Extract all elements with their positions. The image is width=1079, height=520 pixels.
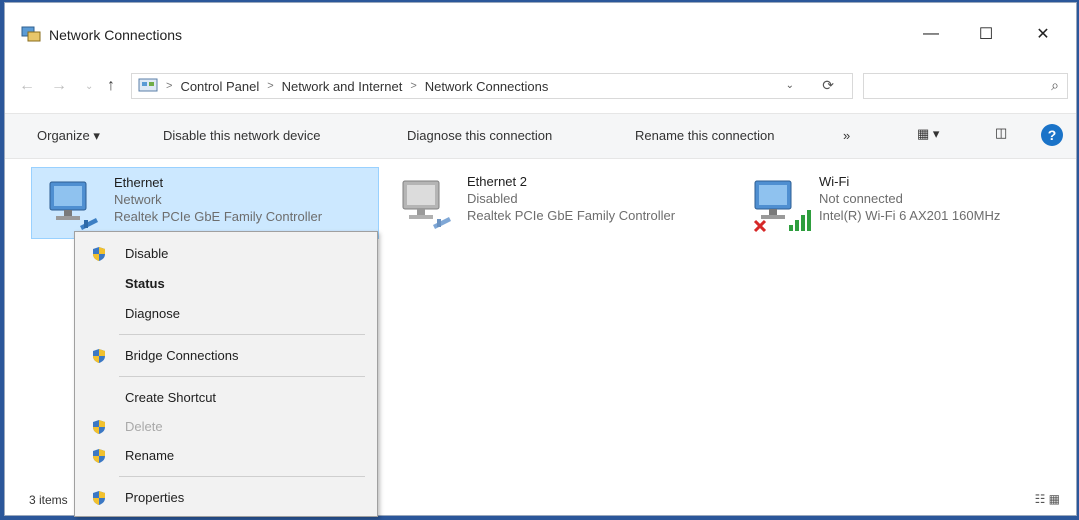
breadcrumb-network-and-internet[interactable]: Network and Internet [282,79,403,94]
menu-item-label: Diagnose [125,306,180,321]
menu-separator [119,334,365,335]
uac-shield-icon [93,349,105,363]
menu-item-properties[interactable]: Properties [75,484,377,512]
chevron-down-icon[interactable]: ⌄ [786,80,794,91]
preview-pane-button[interactable]: ◫ [995,125,1007,141]
refresh-icon[interactable]: ⟳ [822,77,834,94]
title-bar[interactable]: Network Connections — ☐ ✕ [5,3,1076,61]
forward-button[interactable]: → [51,77,67,95]
address-bar[interactable]: > Control Panel > Network and Internet >… [131,73,853,99]
menu-item-bridge-connections[interactable]: Bridge Connections [75,342,377,370]
breadcrumb-control-panel[interactable]: Control Panel [180,79,259,94]
menu-item-label: Properties [125,490,185,505]
uac-shield-icon [93,449,105,463]
help-icon[interactable]: ? [1041,124,1063,146]
search-icon: ⌕ [1051,77,1059,93]
recent-locations-button[interactable]: ⌄ [85,81,93,92]
disable-device-button[interactable]: Disable this network device [163,128,321,143]
breadcrumb-separator: > [166,80,173,92]
menu-item-disable[interactable]: Disable [75,240,377,268]
menu-item-label: Delete [125,419,163,434]
connection-text: Wi-Fi Not connected Intel(R) Wi-Fi 6 AX2… [819,173,1000,224]
menu-item-delete: Delete [75,413,377,441]
connection-text: Ethernet Network Realtek PCIe GbE Family… [114,174,322,225]
rename-connection-button[interactable]: Rename this connection [635,128,774,143]
control-panel-icon [138,78,158,92]
ethernet-adapter-disabled-icon [402,180,451,229]
breadcrumb-separator: > [410,80,417,92]
connection-device: Intel(R) Wi-Fi 6 AX201 160MHz [819,208,1001,223]
context-menu: Disable Status Diagnose Bridge Connectio… [74,231,378,517]
connection-ethernet-2[interactable]: Ethernet 2 Disabled Realtek PCIe GbE Fam… [385,167,715,239]
uac-shield-icon [93,491,105,505]
menu-item-label: Disable [125,246,169,261]
menu-item-rename[interactable]: Rename [75,442,377,470]
connection-text: Ethernet 2 Disabled Realtek PCIe GbE Fam… [467,173,675,224]
connection-name: Wi-Fi [819,174,850,189]
view-toggle-icons[interactable]: ☷ ▦ [1035,492,1060,506]
menu-item-label: Status [125,276,165,291]
menu-item-label: Rename [125,448,175,463]
maximize-button[interactable]: ☐ [963,17,1009,51]
search-input[interactable]: ⌕ [863,73,1068,99]
menu-separator [119,376,365,377]
connection-name: Ethernet 2 [467,174,527,189]
organize-button[interactable]: Organize ▾ [37,128,100,144]
connection-device: Realtek PCIe GbE Family Controller [467,208,676,223]
up-button[interactable]: ↑ [107,77,115,95]
network-connections-icon [21,26,41,42]
connection-status: Disabled [467,191,518,206]
breadcrumb-network-connections[interactable]: Network Connections [425,79,549,94]
more-commands-button[interactable]: » [843,128,850,143]
connection-status: Network [114,192,162,207]
menu-item-label: Create Shortcut [125,390,217,405]
menu-item-create-shortcut[interactable]: Create Shortcut [75,384,377,412]
connection-name: Ethernet [114,175,164,190]
breadcrumb-separator: > [267,80,274,92]
wifi-adapter-icon [753,180,811,233]
change-view-button[interactable]: ▦ ▾ [917,126,939,142]
menu-separator [119,476,365,477]
minimize-button[interactable]: — [908,17,954,51]
ethernet-adapter-icon [49,181,98,230]
command-bar: Organize ▾ Disable this network device D… [5,113,1076,159]
menu-item-diagnose[interactable]: Diagnose [75,300,377,328]
uac-shield-icon [93,247,105,261]
uac-shield-icon [93,420,105,434]
connection-ethernet[interactable]: Ethernet Network Realtek PCIe GbE Family… [31,167,379,239]
connection-device: Realtek PCIe GbE Family Controller [114,209,323,224]
connection-status: Not connected [819,191,903,206]
connection-wifi[interactable]: Wi-Fi Not connected Intel(R) Wi-Fi 6 AX2… [737,167,1067,239]
window-title: Network Connections [49,27,183,43]
item-count: 3 items [29,493,68,507]
back-button[interactable]: ← [19,77,35,95]
diagnose-connection-button[interactable]: Diagnose this connection [407,128,552,143]
close-button[interactable]: ✕ [1020,17,1066,51]
address-row: ← → ⌄ ↑ > Control Panel > Network and In… [5,61,1076,113]
menu-item-status[interactable]: Status [75,270,377,298]
menu-item-label: Bridge Connections [125,348,239,363]
